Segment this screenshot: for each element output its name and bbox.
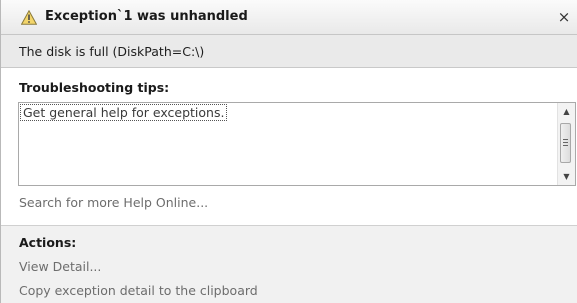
grip-line	[563, 139, 568, 140]
copy-to-clipboard-link[interactable]: Copy exception detail to the clipboard	[19, 283, 258, 298]
warning-triangle-icon	[21, 10, 37, 25]
exception-assistant-dialog: Exception`1 was unhandled × The disk is …	[0, 0, 577, 303]
dialog-title: Exception`1 was unhandled	[45, 9, 248, 24]
scroll-up-arrow-icon[interactable]: ▲	[558, 103, 575, 120]
exception-message-band: The disk is full (DiskPath=C:\)	[1, 35, 577, 68]
troubleshooting-tips-list[interactable]: Get general help for exceptions. ▲ ▼	[18, 102, 576, 186]
troubleshooting-heading: Troubleshooting tips:	[19, 80, 170, 95]
scrollbar-thumb[interactable]	[560, 123, 571, 163]
tip-link-general-help[interactable]: Get general help for exceptions.	[20, 104, 228, 121]
actions-heading: Actions:	[19, 235, 77, 250]
close-button[interactable]: ×	[555, 7, 573, 27]
tips-scrollbar[interactable]: ▲ ▼	[557, 103, 575, 185]
title-bar: Exception`1 was unhandled ×	[1, 0, 577, 35]
search-help-online-link[interactable]: Search for more Help Online...	[19, 195, 208, 210]
grip-line	[563, 145, 568, 146]
grip-line	[563, 142, 568, 143]
exception-message: The disk is full (DiskPath=C:\)	[19, 44, 205, 59]
scroll-down-arrow-icon[interactable]: ▼	[558, 168, 575, 185]
view-detail-link[interactable]: View Detail...	[19, 259, 101, 274]
